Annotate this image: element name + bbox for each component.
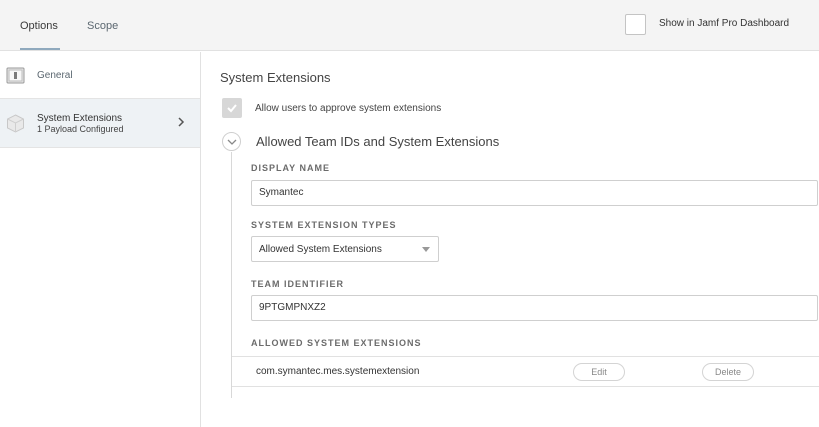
section-title: System Extensions (220, 70, 331, 85)
table-divider (232, 356, 819, 357)
team-identifier-input[interactable]: 9PTGMPNXZ2 (251, 295, 818, 321)
check-icon (227, 104, 237, 113)
show-in-dashboard-label: Show in Jamf Pro Dashboard (659, 18, 790, 29)
show-in-dashboard-checkbox[interactable] (625, 14, 646, 35)
extension-types-select[interactable]: Allowed System Extensions (251, 236, 439, 262)
sidebar-item-sublabel: 1 Payload Configured (37, 124, 124, 134)
system-extensions-payload-icon (7, 114, 24, 133)
delete-extension-button[interactable]: Delete (702, 363, 754, 381)
general-payload-icon (6, 67, 25, 84)
extension-types-label: SYSTEM EXTENSION TYPES (251, 220, 397, 230)
sidebar-item-label: General (37, 70, 73, 81)
chevron-right-icon (178, 117, 185, 127)
tab-scope[interactable]: Scope (87, 20, 118, 32)
sidebar-item-system-extensions[interactable]: System Extensions 1 Payload Configured (0, 99, 200, 148)
display-name-input[interactable]: Symantec (251, 180, 818, 206)
team-identifier-label: TEAM IDENTIFIER (251, 279, 344, 289)
approve-extensions-label: Allow users to approve system extensions (255, 103, 442, 114)
extension-types-selected-value: Allowed System Extensions (259, 244, 382, 255)
group-divider (231, 152, 232, 398)
group-title: Allowed Team IDs and System Extensions (256, 134, 500, 149)
payload-sidebar: General System Extensions 1 Payload Conf… (0, 52, 201, 427)
table-divider (232, 386, 819, 387)
collapse-group-button[interactable] (222, 132, 241, 151)
display-name-label: DISPLAY NAME (251, 163, 331, 173)
active-tab-indicator (20, 48, 60, 50)
tab-options[interactable]: Options (20, 20, 58, 32)
caret-down-icon (422, 247, 430, 252)
sidebar-item-label: System Extensions (37, 113, 123, 124)
chevron-down-icon (227, 139, 237, 145)
edit-extension-button[interactable]: Edit (573, 363, 625, 381)
allowed-extensions-label: ALLOWED SYSTEM EXTENSIONS (251, 338, 422, 348)
top-tab-bar: Options Scope Show in Jamf Pro Dashboard (0, 0, 819, 51)
approve-extensions-checkbox[interactable] (222, 98, 242, 118)
allowed-extension-identifier: com.symantec.mes.systemextension (256, 366, 420, 377)
sidebar-item-general[interactable]: General (0, 52, 200, 99)
